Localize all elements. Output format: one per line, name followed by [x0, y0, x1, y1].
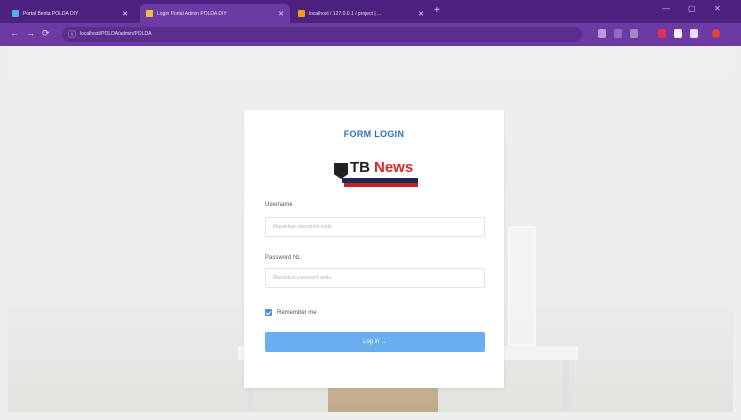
login-card: FORM LOGIN TB News Username Password NL … — [244, 110, 504, 388]
browser-tab-bar: Portal Berita POLDA DIY ✕ Login Portal A… — [0, 0, 741, 23]
back-icon[interactable]: ← — [10, 28, 19, 38]
username-input[interactable] — [265, 217, 485, 237]
star-icon[interactable] — [630, 29, 638, 38]
favicon-icon — [298, 10, 305, 17]
username-label: Username — [265, 202, 293, 208]
extension-icon[interactable] — [658, 29, 666, 38]
remember-me[interactable]: Remember me — [265, 309, 317, 316]
browser-tab[interactable]: Portal Berita POLDA DIY ✕ — [6, 4, 134, 23]
favicon-icon — [12, 10, 19, 17]
profile-avatar[interactable] — [712, 29, 720, 38]
logo-strip — [344, 183, 418, 187]
background-chair — [508, 226, 536, 346]
tbnews-logo: TB News — [334, 159, 420, 189]
logo-text-tb: TB — [350, 159, 370, 176]
favicon-icon — [146, 10, 153, 17]
forward-icon[interactable]: → — [26, 28, 35, 38]
share-icon[interactable] — [614, 29, 622, 38]
url-text: localhost/POLDA/admin/POLDA — [80, 31, 152, 37]
maximize-icon[interactable]: ▢ — [688, 4, 696, 13]
close-icon[interactable]: ✕ — [278, 10, 284, 18]
close-icon[interactable]: ✕ — [122, 10, 128, 18]
browser-tab[interactable]: localhost / 127.0.0.1 / project | ... ✕ — [292, 4, 430, 23]
tab-title: localhost / 127.0.0.1 / project | ... — [309, 10, 382, 17]
info-icon: ⓘ — [68, 30, 76, 39]
tab-title: Login Portal Admin POLDA DIY — [157, 10, 227, 17]
close-window-icon[interactable]: ✕ — [714, 4, 721, 13]
puzzle-icon[interactable] — [674, 29, 682, 38]
tab-title: Portal Berita POLDA DIY — [23, 10, 79, 17]
login-button[interactable]: Log in → — [265, 332, 485, 352]
background-desk-leg — [563, 360, 569, 412]
password-label: Password NL — [265, 255, 301, 261]
remember-label: Remember me — [277, 309, 317, 316]
new-tab-button[interactable]: + — [434, 5, 440, 16]
reload-icon[interactable]: ⟳ — [42, 28, 50, 39]
close-icon[interactable]: ✕ — [418, 10, 424, 18]
police-badge-icon — [334, 163, 348, 179]
browser-tab-active[interactable]: Login Portal Admin POLDA DIY ✕ — [140, 4, 290, 23]
sidebar-icon[interactable] — [690, 29, 698, 38]
remember-checkbox[interactable] — [265, 309, 272, 316]
address-bar[interactable]: ⓘ localhost/POLDA/admin/POLDA — [62, 27, 582, 42]
browser-toolbar: ← → ⟳ ⓘ localhost/POLDA/admin/POLDA — [0, 23, 741, 46]
password-input[interactable] — [265, 268, 485, 288]
form-title: FORM LOGIN — [343, 129, 405, 139]
minimize-icon[interactable]: — — [662, 4, 670, 13]
logo-text-news: News — [374, 159, 414, 176]
extension-icon[interactable] — [598, 29, 606, 38]
